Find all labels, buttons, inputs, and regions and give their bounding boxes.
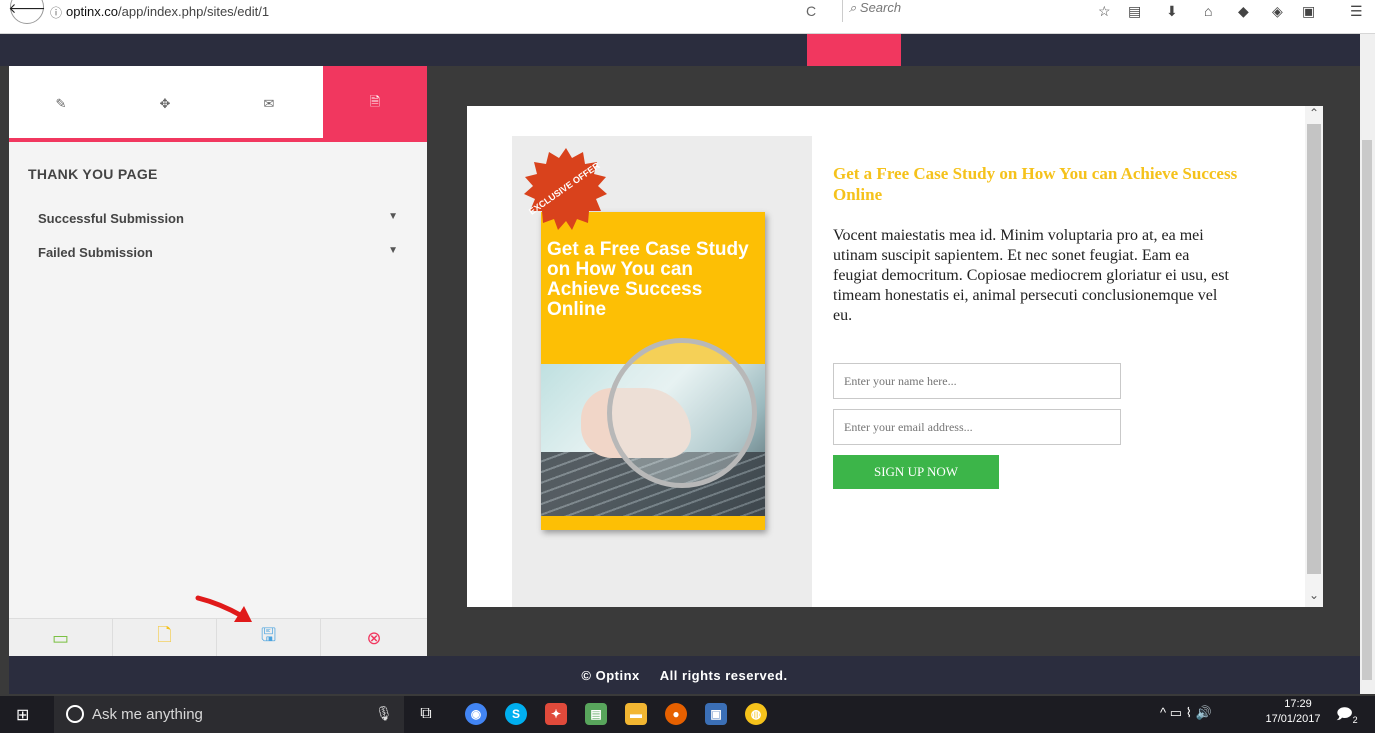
notification-icon[interactable]: 🗩2 (1336, 704, 1358, 729)
star-icon[interactable]: ☆ (1098, 3, 1111, 20)
header-accent-tab[interactable] (807, 34, 901, 66)
browser-search-input[interactable]: ⌕ Search (842, 0, 1078, 22)
tab-expand[interactable]: ✥ (113, 66, 217, 142)
url-path: /app/index.php/sites/edit/1 (118, 4, 270, 19)
expand-icon: ✥ (159, 96, 171, 111)
menu-icon[interactable]: ☰ (1350, 3, 1363, 20)
page-icon: 🗎 (369, 94, 381, 109)
tab-edit[interactable]: ✎ (9, 66, 113, 142)
app-header (0, 34, 1360, 66)
accordion-label: Failed Submission (38, 245, 153, 260)
mail-icon: ✉ (263, 96, 275, 111)
reload-icon[interactable]: C (806, 3, 816, 19)
devices-button[interactable]: ▭ (9, 619, 113, 657)
b-icon[interactable]: ▣ (1302, 3, 1315, 20)
ebook-title: Get a Free Case Study on How You can Ach… (547, 239, 749, 320)
caret-down-icon: ▼ (388, 211, 398, 222)
sticky-icon[interactable]: ◍ (745, 703, 767, 725)
scroll-down-icon[interactable]: ⌄ (1309, 588, 1319, 602)
signup-button[interactable]: SIGN UP NOW (833, 455, 999, 489)
back-button[interactable]: 🡐 (8, 0, 46, 24)
close-button[interactable]: ⊗ (321, 619, 427, 657)
red-arrow-annotation-icon (195, 595, 252, 622)
chrome-icon[interactable]: ◉ (465, 703, 487, 725)
edit-icon: ✎ (55, 96, 67, 111)
offer-heading: Get a Free Case Study on How You can Ach… (833, 164, 1238, 204)
browser-toolbar: 🡐 ⓘ optinx.co/app/index.php/sites/edit/1… (0, 0, 1375, 34)
caret-down-icon: ▼ (388, 245, 398, 256)
back-arrow-icon: 🡐 (8, 0, 46, 16)
cortana-search-text: Ask me anything (92, 706, 203, 723)
info-icon[interactable]: ⓘ (50, 4, 62, 21)
email-field[interactable] (833, 409, 1121, 445)
section-title: THANK YOU PAGE (28, 166, 158, 182)
app-icon[interactable]: ✦ (545, 703, 567, 725)
skype-icon[interactable]: S (505, 703, 527, 725)
accordion-label: Successful Submission (38, 211, 184, 226)
download-icon[interactable]: ⬇ (1166, 3, 1178, 20)
app-footer: © Optinx All rights reserved. (9, 656, 1360, 694)
tab-email[interactable]: ✉ (217, 66, 321, 142)
clock-time[interactable]: 17:29 (1270, 698, 1326, 710)
photo-editor-icon[interactable]: ▤ (585, 703, 607, 725)
add-page-icon: 🗋 (157, 625, 172, 645)
rights-text: All rights reserved. (659, 667, 788, 683)
cortana-icon (66, 705, 84, 723)
clock-date[interactable]: 17/01/2017 (1260, 713, 1326, 725)
extension-icon[interactable]: ◈ (1272, 3, 1283, 20)
save-icon: 🖫 (260, 625, 277, 645)
copyright-text: © Optinx (581, 667, 640, 683)
sidebar (9, 66, 427, 656)
scroll-up-icon[interactable]: ⌃ (1309, 106, 1319, 120)
sidebar-tabs: ✎ ✥ ✉ 🗎 (9, 66, 427, 142)
offer-body: Vocent maiestatis mea id. Minim voluptar… (833, 227, 1229, 324)
windows-start-icon[interactable]: ⊞ (16, 705, 29, 725)
accordion-successful-submission[interactable]: Successful Submission ▼ (38, 211, 398, 226)
magnifier-icon (607, 338, 757, 488)
microphone-icon[interactable]: 🎙 (375, 705, 393, 722)
name-field[interactable] (833, 363, 1121, 399)
shield-icon[interactable]: ◆ (1238, 3, 1249, 20)
exclusive-offer-badge: EXCLUSIVE OFFER (524, 148, 607, 230)
task-view-icon[interactable]: ⧉ (415, 703, 437, 725)
close-icon: ⊗ (366, 627, 382, 648)
windows-taskbar: ⊞ Ask me anything 🎙 ⧉ ◉ S ✦ ▤ ▬ ● ▣ ◍ ^ … (0, 696, 1375, 733)
ebook-cover: Get a Free Case Study on How You can Ach… (541, 212, 765, 530)
firefox-icon[interactable]: ● (665, 703, 687, 725)
address-bar[interactable]: optinx.co/app/index.php/sites/edit/1 (66, 4, 269, 19)
notification-count: 2 (1352, 715, 1358, 725)
devices-icon: ▭ (51, 627, 69, 648)
file-explorer-icon[interactable]: ▬ (625, 703, 647, 725)
tab-page[interactable]: 🗎 (323, 66, 427, 142)
system-tray[interactable]: ^ ▭ ⌇ 🔊 (1160, 705, 1212, 721)
reading-list-icon[interactable]: ▤ (1128, 3, 1141, 20)
accordion-failed-submission[interactable]: Failed Submission ▼ (38, 245, 398, 260)
preview-scrollbar-thumb[interactable] (1307, 124, 1321, 574)
url-host: optinx.co (66, 4, 119, 19)
home-icon[interactable]: ⌂ (1204, 3, 1212, 19)
document-icon[interactable]: ▣ (705, 703, 727, 725)
page-scrollbar-thumb[interactable] (1362, 140, 1372, 680)
page-preview: Get a Free Case Study on How You can Ach… (467, 106, 1323, 607)
